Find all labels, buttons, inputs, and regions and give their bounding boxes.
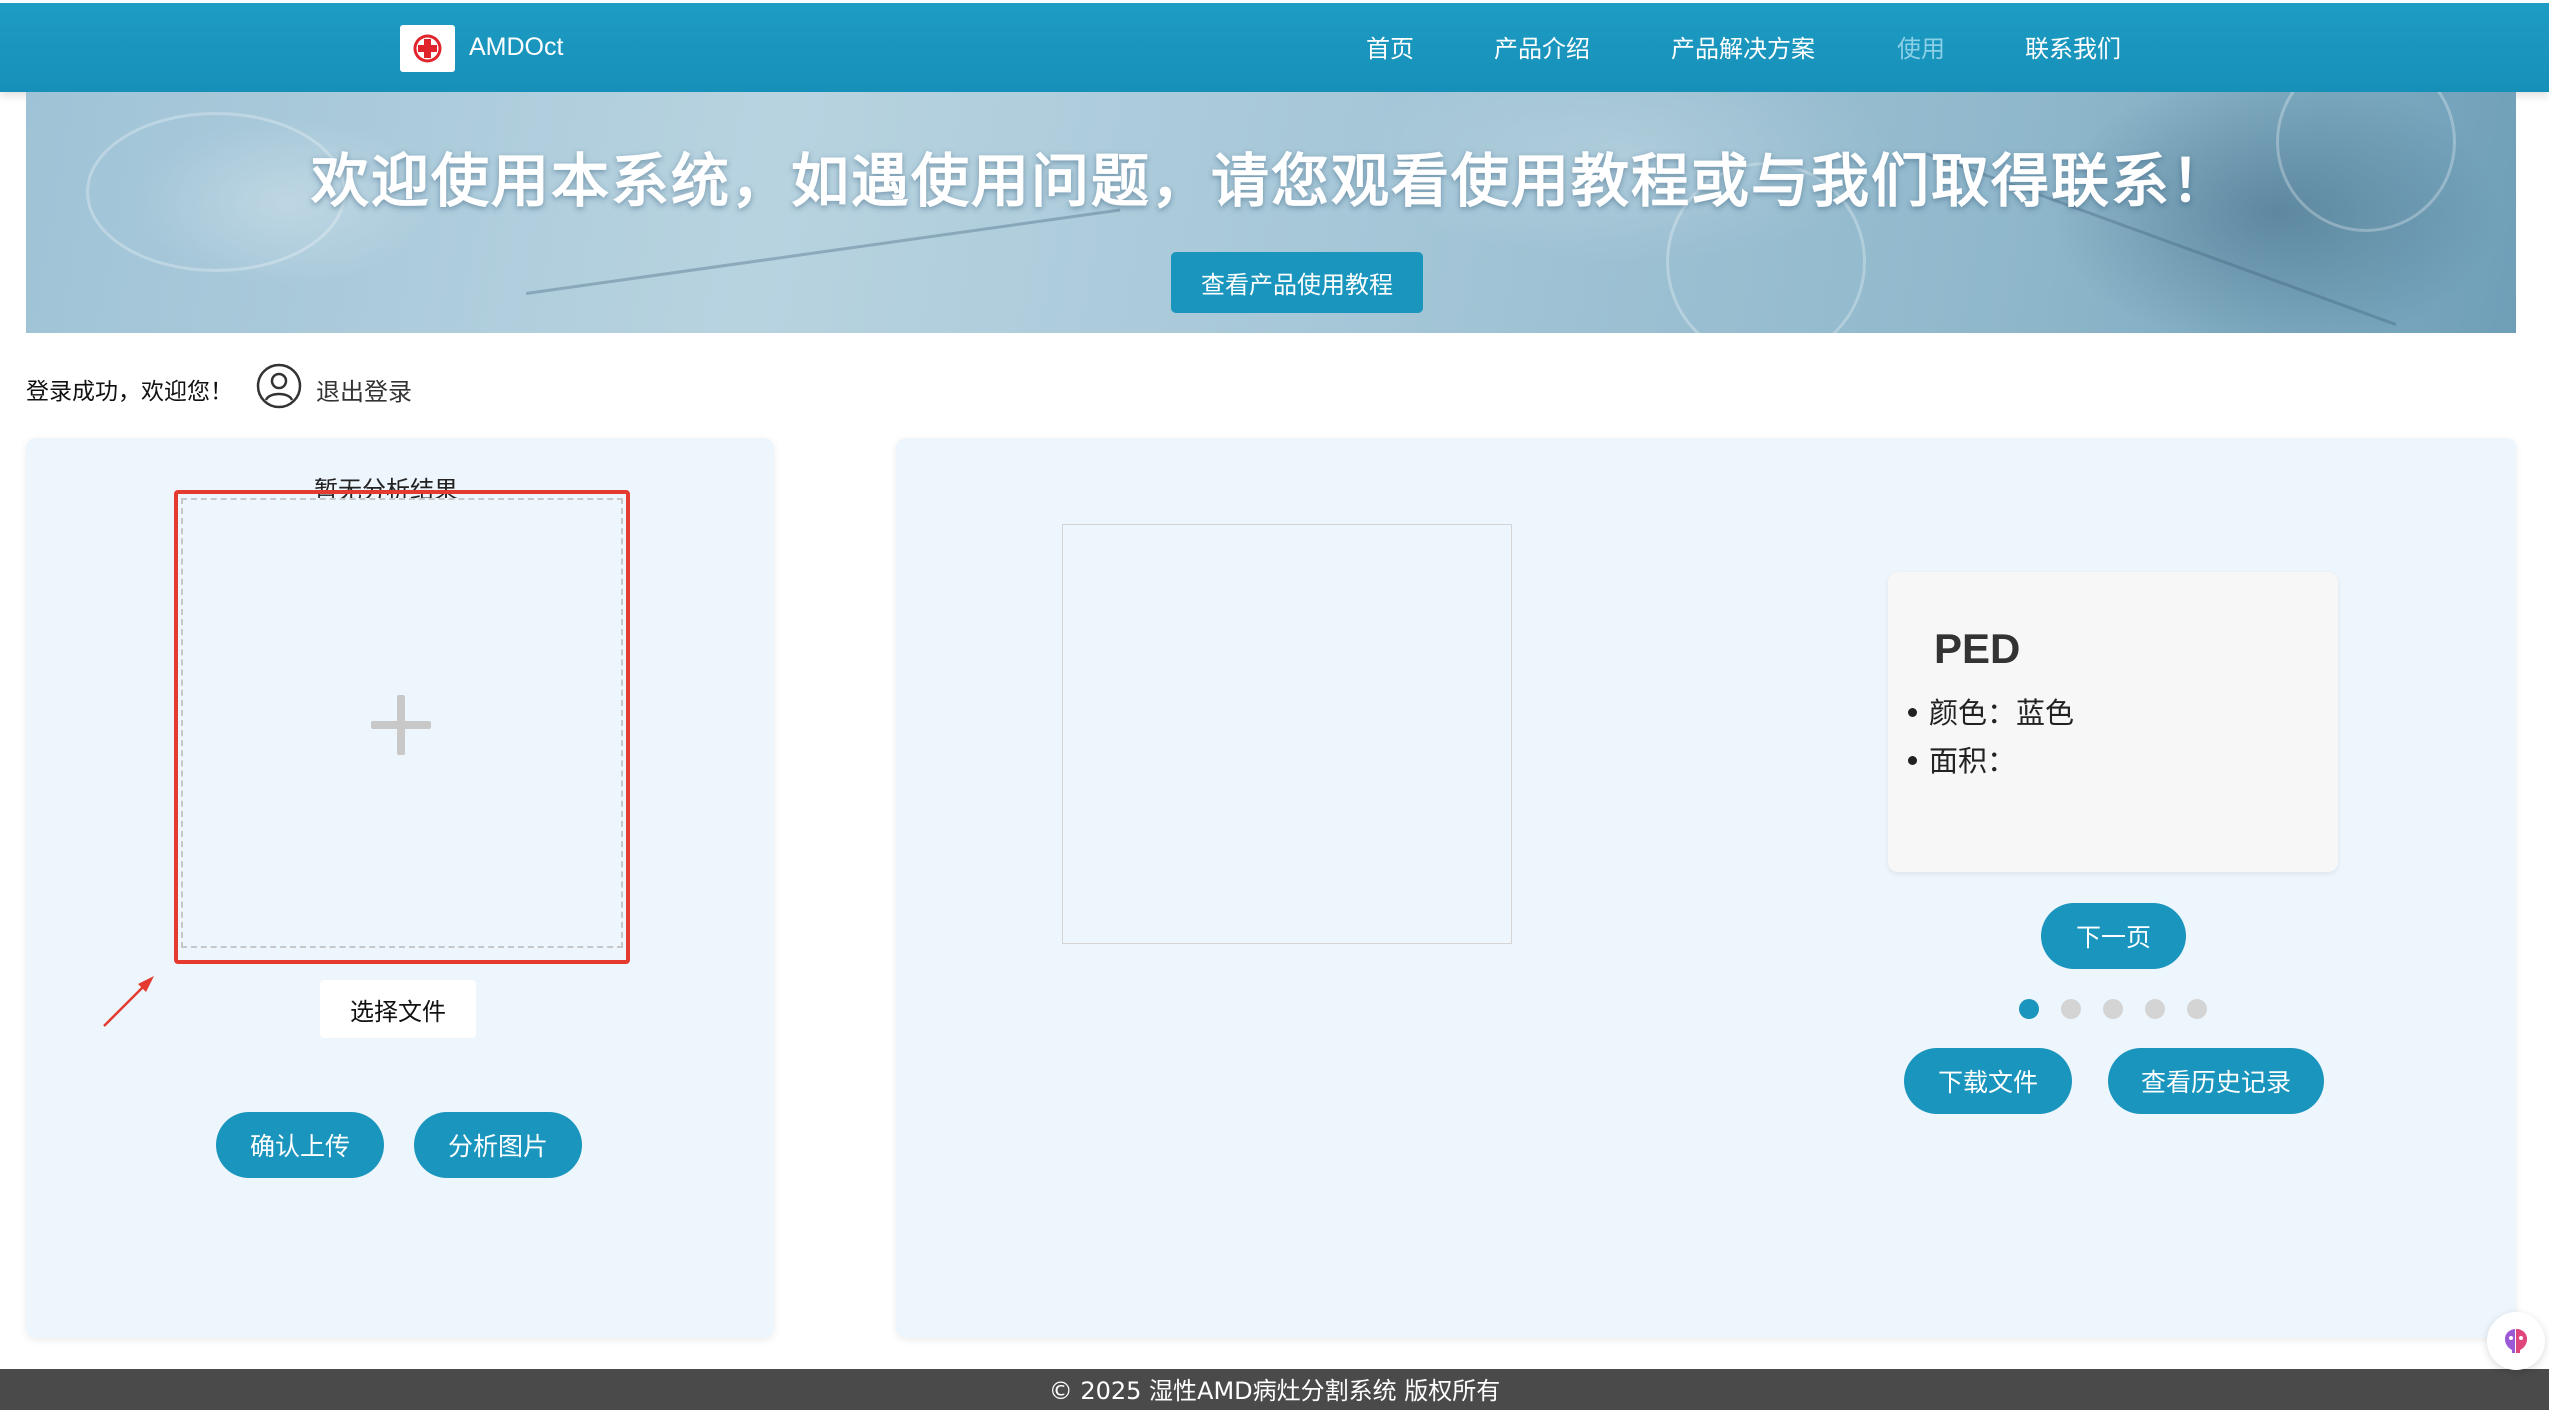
bullet-icon xyxy=(1908,755,1917,765)
pagination-dot[interactable] xyxy=(2019,999,2039,1019)
annotation-arrow-icon xyxy=(98,972,158,1036)
welcome-banner: 欢迎使用本系统，如遇使用问题，请您观看使用教程或与我们取得联系！ 查看产品使用教… xyxy=(26,92,2516,333)
lesion-color-item: 颜色：蓝色 xyxy=(1908,690,2074,732)
user-icon[interactable] xyxy=(256,363,302,413)
assistant-brain-icon[interactable] xyxy=(2487,1312,2545,1370)
confirm-upload-button[interactable]: 确认上传 xyxy=(216,1112,384,1178)
tutorial-button[interactable]: 查看产品使用教程 xyxy=(1171,252,1423,313)
view-history-button[interactable]: 查看历史记录 xyxy=(2108,1048,2324,1114)
hospital-cross-logo-icon[interactable] xyxy=(400,25,455,72)
pagination-dot[interactable] xyxy=(2145,999,2165,1019)
nav-item-home[interactable]: 首页 xyxy=(1366,29,1414,64)
plus-icon xyxy=(397,695,405,755)
next-page-button[interactable]: 下一页 xyxy=(2041,903,2186,969)
nav-item-contact[interactable]: 联系我们 xyxy=(2025,29,2121,64)
pagination-dot[interactable] xyxy=(2103,999,2123,1019)
image-upload-area[interactable] xyxy=(181,498,623,948)
bullet-icon xyxy=(1908,707,1917,717)
analyze-image-button[interactable]: 分析图片 xyxy=(414,1112,582,1178)
pagination-dot[interactable] xyxy=(2187,999,2207,1019)
download-file-button[interactable]: 下载文件 xyxy=(1904,1048,2072,1114)
banner-title: 欢迎使用本系统，如遇使用问题，请您观看使用教程或与我们取得联系！ xyxy=(310,147,2231,215)
lesion-title: PED xyxy=(1934,625,2021,672)
brand-name[interactable]: AMDOct xyxy=(469,33,563,62)
lesion-area-text: 面积： xyxy=(1929,744,2017,778)
footer-copyright: © 2025 湿性AMD病灶分割系统 版权所有 xyxy=(0,1369,2549,1410)
lesion-color-text: 颜色：蓝色 xyxy=(1929,696,2075,730)
nav-item-product-intro[interactable]: 产品介绍 xyxy=(1494,29,1590,64)
nav-item-use[interactable]: 使用 xyxy=(1897,29,1945,64)
logout-link[interactable]: 退出登录 xyxy=(316,372,412,407)
lesion-area-item: 面积： xyxy=(1908,738,2016,780)
result-image-preview xyxy=(1062,524,1512,944)
choose-file-button[interactable]: 选择文件 xyxy=(320,980,476,1038)
top-navbar: AMDOct 首页 产品介绍 产品解决方案 使用 联系我们 xyxy=(0,3,2549,92)
nav-item-solutions[interactable]: 产品解决方案 xyxy=(1671,29,1815,64)
login-status-text: 登录成功，欢迎您！ xyxy=(26,379,233,405)
pagination-dot[interactable] xyxy=(2061,999,2081,1019)
banner-decoration xyxy=(525,208,1121,295)
